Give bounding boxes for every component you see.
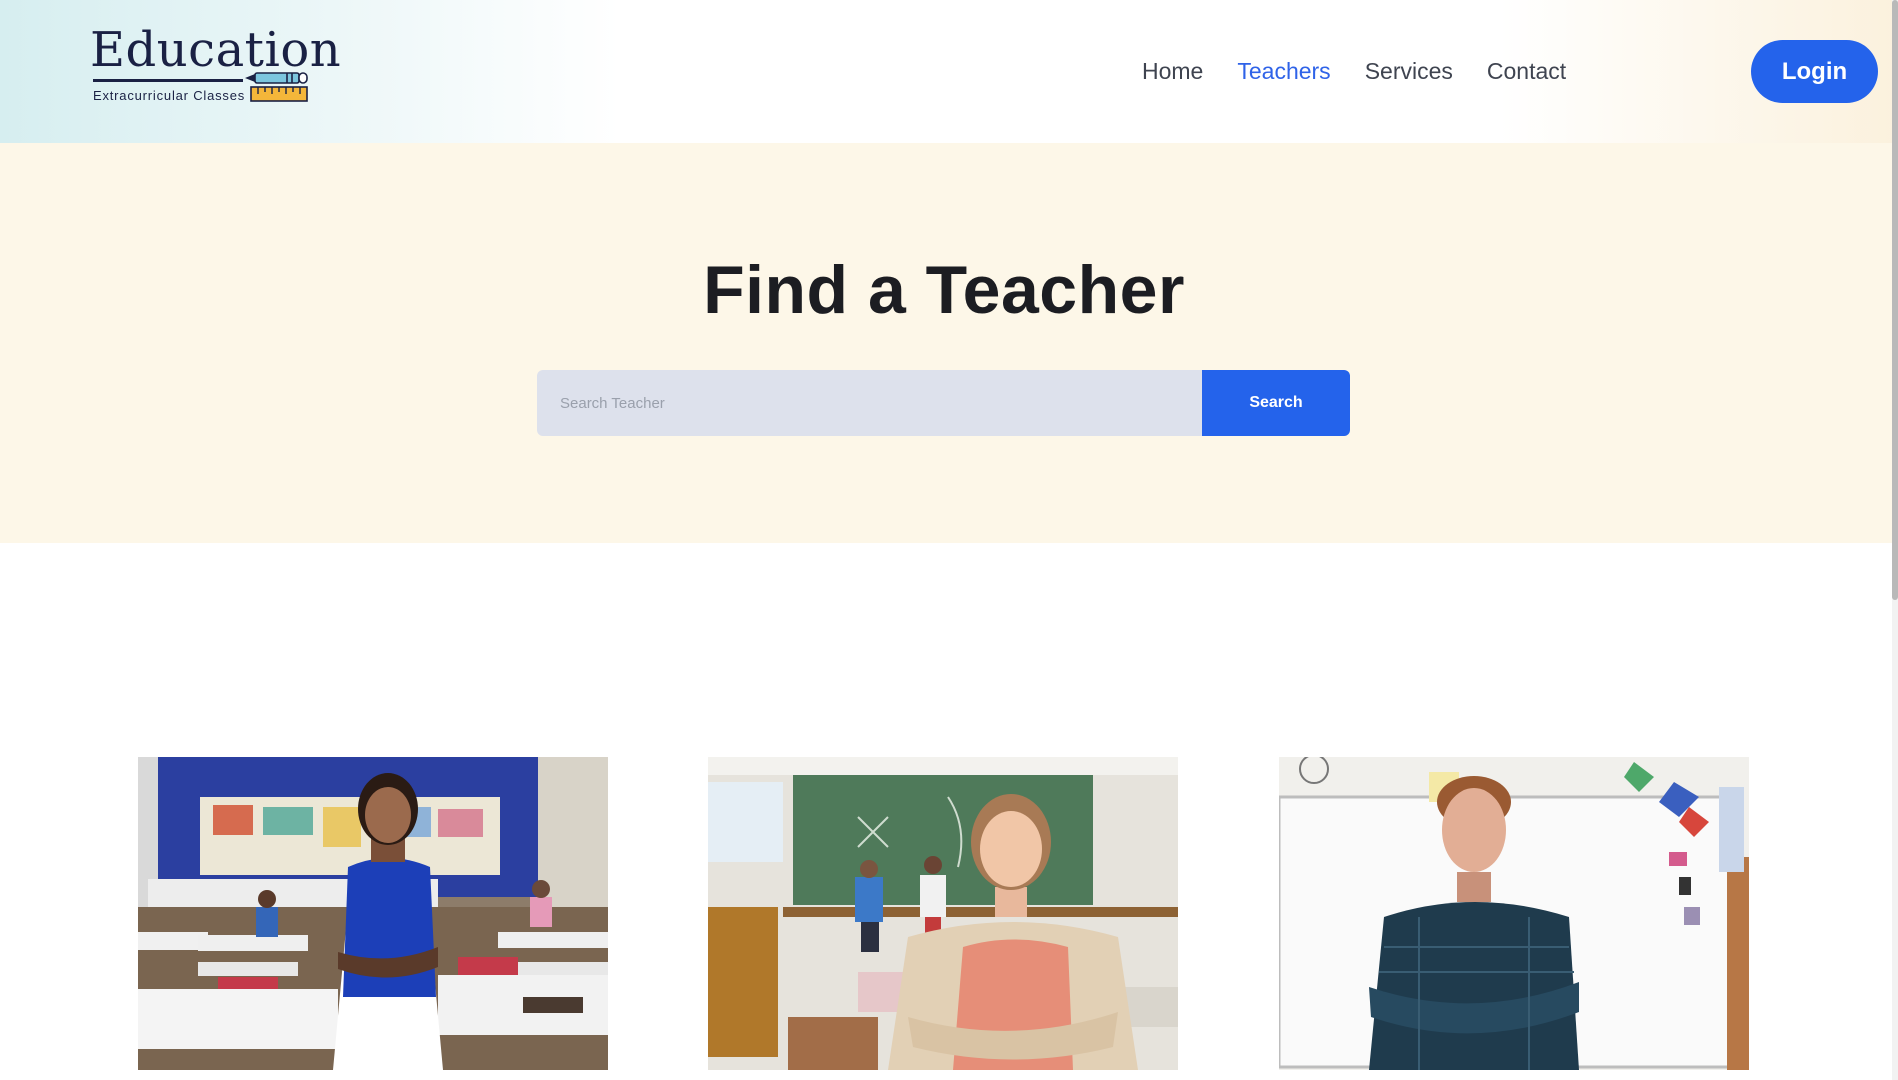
search-button[interactable]: Search: [1202, 370, 1350, 436]
teacher-card[interactable]: [708, 757, 1178, 1080]
site-header: Education Extracurricular Classes Home T…: [0, 0, 1898, 143]
main-nav: Home Teachers Services Contact: [1142, 54, 1566, 88]
logo-underline: [93, 79, 243, 82]
nav-link-services[interactable]: Services: [1365, 54, 1453, 88]
page-title: Find a Teacher: [703, 252, 1185, 328]
search-form: Search: [537, 370, 1350, 436]
teacher-card[interactable]: [138, 757, 608, 1080]
teacher-photo[interactable]: [708, 757, 1178, 1070]
nav-link-teachers[interactable]: Teachers: [1237, 54, 1330, 88]
teacher-card[interactable]: [1279, 757, 1749, 1080]
page-scrollbar-thumb[interactable]: [1892, 0, 1898, 600]
teacher-photo[interactable]: [1279, 757, 1749, 1070]
logo-subtitle: Extracurricular Classes: [93, 88, 246, 103]
hero-section: Find a Teacher Search: [0, 143, 1898, 543]
logo[interactable]: Education Extracurricular Classes: [90, 22, 341, 112]
login-button[interactable]: Login: [1751, 40, 1878, 103]
search-input[interactable]: [537, 370, 1202, 436]
nav-link-contact[interactable]: Contact: [1487, 54, 1566, 88]
teacher-cards: [138, 757, 1750, 1080]
teacher-photo[interactable]: [138, 757, 608, 1070]
pencil-ruler-icon: [245, 72, 308, 102]
nav-link-home[interactable]: Home: [1142, 54, 1203, 88]
